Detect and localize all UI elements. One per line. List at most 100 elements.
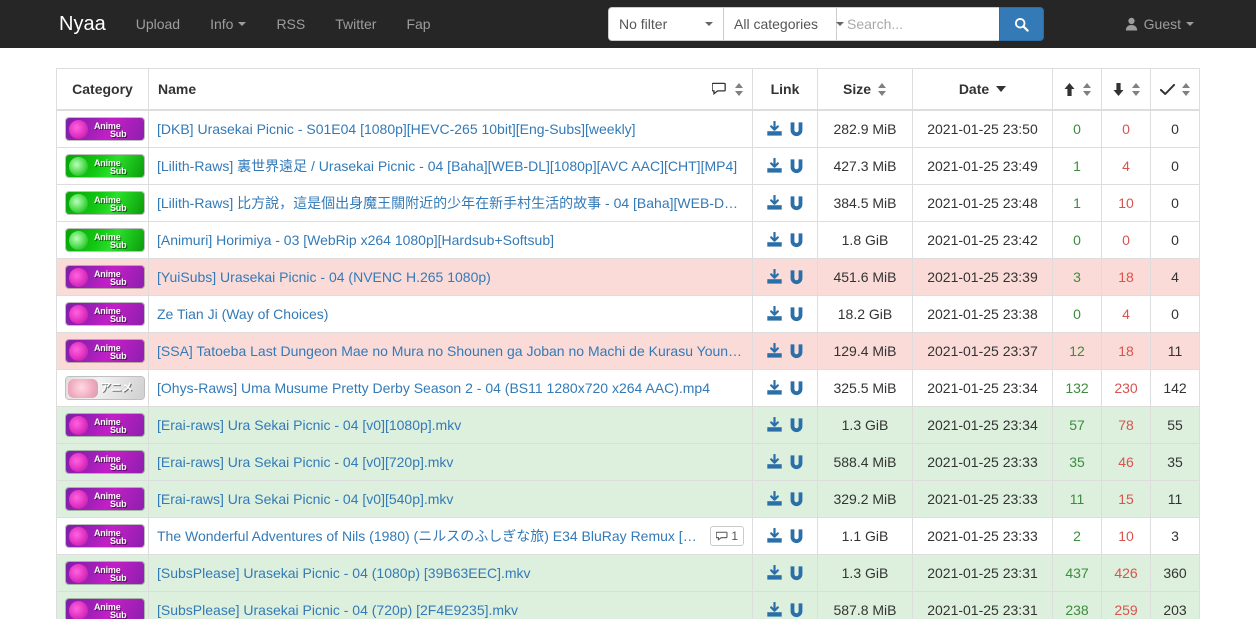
torrent-name-link[interactable]: [Lilith-Raws] 比方說，這是個出身魔王關附近的少年在新手村生活的故事… xyxy=(157,193,744,213)
cell-category[interactable]: Anime Sub xyxy=(56,147,149,185)
table-row[interactable]: Anime Sub [DKB] Urasekai Picnic - S01E04 [… xyxy=(56,109,1200,148)
torrent-name-link[interactable]: [SSA] Tatoeba Last Dungeon Mae no Mura n… xyxy=(157,343,744,359)
magnet-link[interactable] xyxy=(789,343,804,360)
comment-icon[interactable] xyxy=(712,82,729,96)
nav-link-fap[interactable]: Fap xyxy=(391,0,445,48)
category-icon-anime-english-sub[interactable]: Anime Sub xyxy=(65,265,145,289)
column-header-size[interactable]: Size xyxy=(817,68,913,111)
category-icon-anime-raw[interactable]: アニメ xyxy=(65,376,145,400)
cell-category[interactable]: Anime Sub xyxy=(56,332,149,370)
column-header-name[interactable]: Name xyxy=(148,68,753,111)
magnet-link[interactable] xyxy=(789,232,804,249)
category-icon-anime-english-sub[interactable]: Anime Sub xyxy=(65,413,145,437)
column-header-category[interactable]: Category xyxy=(56,68,149,111)
cell-category[interactable]: Anime Sub xyxy=(56,517,149,555)
torrent-name-link[interactable]: The Wonderful Adventures of Nils (1980) … xyxy=(157,526,702,546)
category-icon-anime-non-english-sub[interactable]: Anime Sub xyxy=(65,154,145,178)
download-torrent-link[interactable] xyxy=(766,120,783,138)
cell-category[interactable]: Anime Sub xyxy=(56,443,149,481)
download-torrent-link[interactable] xyxy=(766,564,783,582)
filter-select[interactable]: No filter xyxy=(608,7,723,41)
table-row[interactable]: Anime Sub [Animuri] Horimiya - 03 [WebRip … xyxy=(56,221,1200,259)
cell-category[interactable]: Anime Sub xyxy=(56,480,149,518)
table-row[interactable]: アニメ [Ohys-Raws] Uma Musume Pretty Derby S… xyxy=(56,369,1200,407)
table-row[interactable]: Anime Sub [Lilith-Raws] 比方說，這是個出身魔王關附近的少年在… xyxy=(56,184,1200,222)
table-row[interactable]: Anime Sub [Erai-raws] Ura Sekai Picnic - 0… xyxy=(56,443,1200,481)
torrent-name-link[interactable]: [Animuri] Horimiya - 03 [WebRip x264 108… xyxy=(157,232,744,248)
download-torrent-link[interactable] xyxy=(766,342,783,360)
category-icon-anime-english-sub[interactable]: Anime Sub xyxy=(65,524,145,548)
magnet-link[interactable] xyxy=(789,380,804,397)
download-torrent-link[interactable] xyxy=(766,379,783,397)
cell-category[interactable]: Anime Sub xyxy=(56,109,149,148)
category-icon-anime-english-sub[interactable]: Anime Sub xyxy=(65,450,145,474)
torrent-name-link[interactable]: [SubsPlease] Urasekai Picnic - 04 (1080p… xyxy=(157,565,744,581)
cell-category[interactable]: アニメ xyxy=(56,369,149,407)
magnet-link[interactable] xyxy=(789,565,804,582)
category-icon-anime-non-english-sub[interactable]: Anime Sub xyxy=(65,228,145,252)
category-icon-anime-english-sub[interactable]: Anime Sub xyxy=(65,339,145,363)
torrent-name-link[interactable]: [Erai-raws] Ura Sekai Picnic - 04 [v0][1… xyxy=(157,417,744,433)
cell-category[interactable]: Anime Sub xyxy=(56,184,149,222)
download-torrent-link[interactable] xyxy=(766,231,783,249)
table-row[interactable]: Anime Sub [Lilith-Raws] 裏世界遠足 / Urasekai P… xyxy=(56,147,1200,185)
sort-toggle-leechers[interactable] xyxy=(1131,82,1141,96)
cell-category[interactable]: Anime Sub xyxy=(56,591,149,619)
cell-category[interactable]: Anime Sub xyxy=(56,406,149,444)
cell-category[interactable]: Anime Sub xyxy=(56,221,149,259)
download-torrent-link[interactable] xyxy=(766,305,783,323)
column-header-leechers[interactable] xyxy=(1101,68,1151,111)
download-torrent-link[interactable] xyxy=(766,527,783,545)
download-torrent-link[interactable] xyxy=(766,157,783,175)
table-row[interactable]: Anime Sub [SubsPlease] Urasekai Picnic - 0… xyxy=(56,554,1200,592)
torrent-name-link[interactable]: [SubsPlease] Urasekai Picnic - 04 (720p)… xyxy=(157,602,744,618)
magnet-link[interactable] xyxy=(789,195,804,212)
magnet-link[interactable] xyxy=(789,417,804,434)
category-icon-anime-non-english-sub[interactable]: Anime Sub xyxy=(65,191,145,215)
nav-link-upload[interactable]: Upload xyxy=(121,0,195,48)
category-select[interactable]: All categories xyxy=(723,7,845,41)
magnet-link[interactable] xyxy=(789,602,804,619)
torrent-name-link[interactable]: [YuiSubs] Urasekai Picnic - 04 (NVENC H.… xyxy=(157,269,744,285)
category-icon-anime-english-sub[interactable]: Anime Sub xyxy=(65,598,145,619)
torrent-name-link[interactable]: [Erai-raws] Ura Sekai Picnic - 04 [v0][5… xyxy=(157,491,744,507)
magnet-link[interactable] xyxy=(789,454,804,471)
download-torrent-link[interactable] xyxy=(766,416,783,434)
table-row[interactable]: Anime Sub [SSA] Tatoeba Last Dungeon Mae n… xyxy=(56,332,1200,370)
sort-toggle-size[interactable] xyxy=(878,82,887,96)
magnet-link[interactable] xyxy=(789,121,804,138)
magnet-link[interactable] xyxy=(789,306,804,323)
download-torrent-link[interactable] xyxy=(766,490,783,508)
category-icon-anime-english-sub[interactable]: Anime Sub xyxy=(65,117,145,141)
search-button[interactable] xyxy=(999,7,1044,41)
cell-category[interactable]: Anime Sub xyxy=(56,258,149,296)
download-torrent-link[interactable] xyxy=(766,194,783,212)
cell-category[interactable]: Anime Sub xyxy=(56,554,149,592)
table-row[interactable]: Anime Sub [Erai-raws] Ura Sekai Picnic - 0… xyxy=(56,406,1200,444)
torrent-name-link[interactable]: [Erai-raws] Ura Sekai Picnic - 04 [v0][7… xyxy=(157,454,744,470)
magnet-link[interactable] xyxy=(789,528,804,545)
torrent-name-link[interactable]: [Ohys-Raws] Uma Musume Pretty Derby Seas… xyxy=(157,380,744,396)
search-input[interactable] xyxy=(836,7,999,41)
magnet-link[interactable] xyxy=(789,269,804,286)
table-row[interactable]: Anime Sub [YuiSubs] Urasekai Picnic - 04 (… xyxy=(56,258,1200,296)
torrent-name-link[interactable]: Ze Tian Ji (Way of Choices) xyxy=(157,306,744,322)
torrent-name-link[interactable]: [Lilith-Raws] 裏世界遠足 / Urasekai Picnic - … xyxy=(157,156,744,176)
torrent-name-link[interactable]: [DKB] Urasekai Picnic - S01E04 [1080p][H… xyxy=(157,121,744,137)
table-row[interactable]: Anime Sub The Wonderful Adventures of Nils… xyxy=(56,517,1200,555)
brand-logo[interactable]: Nyaa xyxy=(0,0,121,48)
sort-toggle-comments[interactable] xyxy=(735,82,744,96)
download-torrent-link[interactable] xyxy=(766,601,783,619)
table-row[interactable]: Anime Sub Ze Tian Ji (Way of Choices) 18.2 … xyxy=(56,295,1200,333)
nav-link-rss[interactable]: RSS xyxy=(261,0,320,48)
magnet-link[interactable] xyxy=(789,158,804,175)
user-menu[interactable]: Guest xyxy=(1125,0,1194,48)
comment-count-badge[interactable]: 1 xyxy=(710,526,744,546)
magnet-link[interactable] xyxy=(789,491,804,508)
download-torrent-link[interactable] xyxy=(766,268,783,286)
column-header-date[interactable]: Date xyxy=(912,68,1053,111)
nav-link-twitter[interactable]: Twitter xyxy=(320,0,391,48)
table-row[interactable]: Anime Sub [Erai-raws] Ura Sekai Picnic - 0… xyxy=(56,480,1200,518)
sort-toggle-seeders[interactable] xyxy=(1082,82,1092,96)
column-header-completed[interactable] xyxy=(1150,68,1200,111)
